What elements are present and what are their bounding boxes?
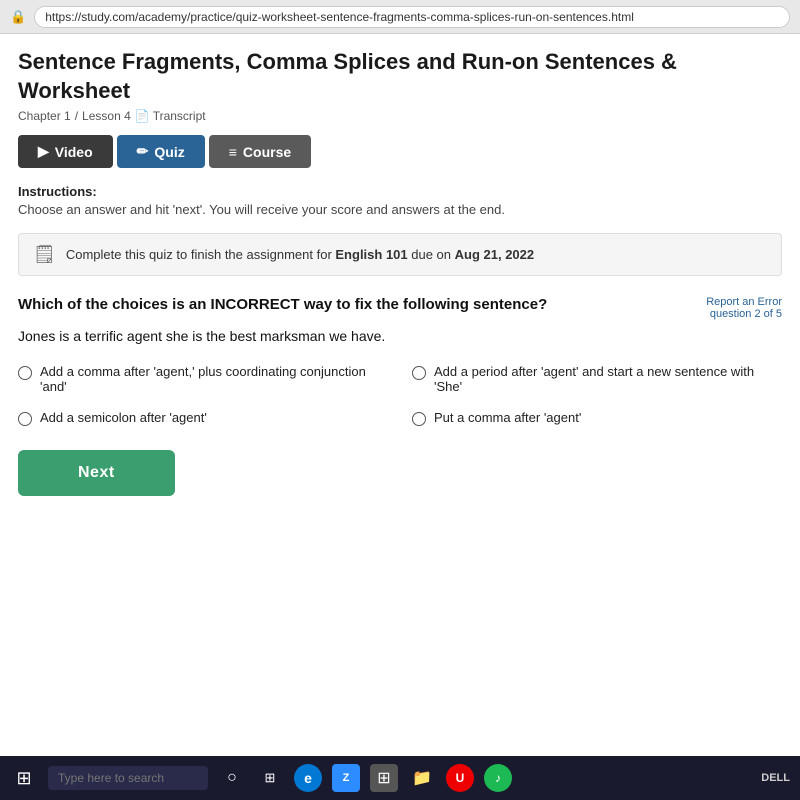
course-tab-label: Course xyxy=(243,144,291,160)
taskbar-widget-icon[interactable]: ⊞ xyxy=(256,764,284,792)
page-title: Sentence Fragments, Comma Splices and Ru… xyxy=(18,34,782,109)
taskbar-spotify-icon[interactable]: ♪ xyxy=(484,764,512,792)
url-bar[interactable]: https://study.com/academy/practice/quiz-… xyxy=(34,6,790,28)
report-error-link[interactable]: Report an Error question 2 of 5 xyxy=(706,296,782,320)
radio-d[interactable] xyxy=(412,412,426,426)
answer-option-d[interactable]: Put a comma after 'agent' xyxy=(412,410,782,426)
question-count: question 2 of 5 xyxy=(706,308,782,320)
report-error-label: Report an Error xyxy=(706,296,782,308)
assignment-course: English 101 xyxy=(335,247,407,262)
video-tab-label: Video xyxy=(55,144,93,160)
answer-option-b[interactable]: Add a period after 'agent' and start a n… xyxy=(412,364,782,394)
answer-option-c[interactable]: Add a semicolon after 'agent' xyxy=(18,410,388,426)
dell-logo: DELL xyxy=(761,772,790,784)
breadcrumb-chapter: Chapter 1 xyxy=(18,109,71,123)
answer-text-d: Put a comma after 'agent' xyxy=(434,410,581,425)
quiz-tab-label: Quiz xyxy=(154,144,184,160)
breadcrumb: Chapter 1 / Lesson 4 📄 Transcript xyxy=(18,109,782,135)
lock-icon: 🔒 xyxy=(10,9,26,25)
course-tab-icon: ≡ xyxy=(229,144,237,160)
quiz-tab-icon: ✏ xyxy=(137,143,149,160)
tab-bar: ▶ Video ✏ Quiz ≡ Course xyxy=(18,135,782,168)
breadcrumb-lesson: Lesson 4 xyxy=(82,109,131,123)
windows-icon[interactable]: ⊞ xyxy=(10,764,38,792)
taskbar: ⊞ ○ ⊞ e Z ⊞ 📁 U ♪ DELL xyxy=(0,756,800,800)
page-content: Sentence Fragments, Comma Splices and Ru… xyxy=(0,34,800,756)
question-text: Which of the choices is an INCORRECT way… xyxy=(18,296,696,313)
transcript-label: Transcript xyxy=(153,109,206,123)
answer-text-c: Add a semicolon after 'agent' xyxy=(40,410,207,425)
taskbar-grid-icon[interactable]: ⊞ xyxy=(370,764,398,792)
question-header: Which of the choices is an INCORRECT way… xyxy=(18,296,782,320)
assignment-prefix: Complete this quiz to finish the assignm… xyxy=(66,247,336,262)
instructions-text: Choose an answer and hit 'next'. You wil… xyxy=(18,202,782,217)
assignment-middle: due on xyxy=(408,247,455,262)
taskbar-zoom-icon[interactable]: Z xyxy=(332,764,360,792)
radio-a[interactable] xyxy=(18,366,32,380)
tab-video[interactable]: ▶ Video xyxy=(18,135,113,168)
taskbar-search-icon[interactable]: ○ xyxy=(218,764,246,792)
taskbar-folder-icon[interactable]: 📁 xyxy=(408,764,436,792)
answer-text-b: Add a period after 'agent' and start a n… xyxy=(434,364,782,394)
instructions-label: Instructions: xyxy=(18,184,782,199)
radio-b[interactable] xyxy=(412,366,426,380)
next-button[interactable]: Next xyxy=(18,450,175,496)
assignment-notice: 🗒 Complete this quiz to finish the assig… xyxy=(18,233,782,276)
breadcrumb-separator: / xyxy=(75,109,78,123)
taskbar-search[interactable] xyxy=(48,766,208,790)
video-tab-icon: ▶ xyxy=(38,143,49,160)
assignment-text: Complete this quiz to finish the assignm… xyxy=(66,247,534,262)
assignment-icon: 🗒 xyxy=(33,244,56,265)
answer-text-a: Add a comma after 'agent,' plus coordina… xyxy=(40,364,388,394)
browser-bar: 🔒 https://study.com/academy/practice/qui… xyxy=(0,0,800,34)
tab-quiz[interactable]: ✏ Quiz xyxy=(117,135,205,168)
transcript-link[interactable]: 📄 Transcript xyxy=(135,109,206,123)
question-sentence: Jones is a terrific agent she is the bes… xyxy=(18,328,782,344)
tab-course[interactable]: ≡ Course xyxy=(209,135,311,168)
taskbar-edge-icon[interactable]: e xyxy=(294,764,322,792)
taskbar-winamp-icon[interactable]: U xyxy=(446,764,474,792)
assignment-date: Aug 21, 2022 xyxy=(455,247,535,262)
answer-option-a[interactable]: Add a comma after 'agent,' plus coordina… xyxy=(18,364,388,394)
transcript-icon: 📄 xyxy=(135,109,150,123)
answers-grid: Add a comma after 'agent,' plus coordina… xyxy=(18,364,782,426)
radio-c[interactable] xyxy=(18,412,32,426)
